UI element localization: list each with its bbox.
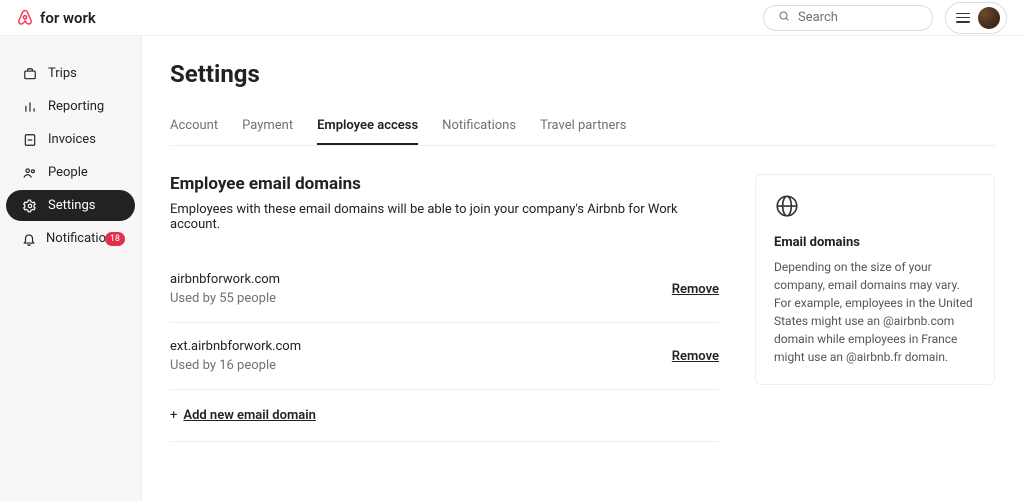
sidebar-item-label: Reporting [48, 99, 104, 114]
domain-row: airbnbforwork.com Used by 55 people Remo… [170, 256, 719, 323]
tab-notifications[interactable]: Notifications [442, 108, 516, 145]
tab-employee-access[interactable]: Employee access [317, 108, 418, 145]
invoice-icon [22, 133, 38, 147]
sidebar-item-notifications[interactable]: Notifications 18 [6, 223, 135, 254]
main-content: Settings Account Payment Employee access… [142, 36, 1023, 501]
section-description: Employees with these email domains will … [170, 202, 719, 232]
topbar: for work Search [0, 0, 1023, 36]
brand-text: for work [40, 9, 96, 27]
sidebar-item-label: People [48, 165, 88, 180]
remove-domain-button[interactable]: Remove [672, 349, 719, 364]
sidebar: Trips Reporting Invoices People Settings [0, 36, 142, 501]
bell-icon [22, 232, 36, 246]
sidebar-item-label: Settings [48, 198, 95, 213]
domain-usage: Used by 55 people [170, 291, 280, 306]
sidebar-item-label: Invoices [48, 132, 96, 147]
airbnb-logo-icon [16, 9, 34, 27]
sidebar-item-reporting[interactable]: Reporting [6, 91, 135, 122]
brand-logo[interactable]: for work [16, 9, 96, 27]
sidebar-item-settings[interactable]: Settings [6, 190, 135, 221]
bar-chart-icon [22, 100, 38, 114]
sidebar-item-label: Trips [48, 66, 77, 81]
globe-icon [774, 193, 976, 223]
people-icon [22, 166, 38, 180]
search-input[interactable]: Search [763, 5, 933, 31]
remove-domain-button[interactable]: Remove [672, 282, 719, 297]
tab-payment[interactable]: Payment [242, 108, 293, 145]
settings-tabs: Account Payment Employee access Notifica… [170, 108, 995, 146]
add-domain-button[interactable]: + Add new email domain [170, 390, 719, 442]
suitcase-icon [22, 67, 38, 81]
tab-account[interactable]: Account [170, 108, 218, 145]
sidebar-item-people[interactable]: People [6, 157, 135, 188]
domain-name: ext.airbnbforwork.com [170, 339, 301, 354]
add-domain-label: Add new email domain [183, 408, 315, 423]
sidebar-item-invoices[interactable]: Invoices [6, 124, 135, 155]
hamburger-icon [956, 13, 970, 23]
plus-icon: + [170, 408, 177, 423]
domain-usage: Used by 16 people [170, 358, 301, 373]
avatar [978, 7, 1000, 29]
page-title: Settings [170, 60, 995, 88]
info-card: Email domains Depending on the size of y… [755, 174, 995, 385]
info-card-title: Email domains [774, 235, 976, 250]
section-title: Employee email domains [170, 174, 719, 194]
domain-name: airbnbforwork.com [170, 272, 280, 287]
search-icon [778, 10, 790, 26]
tab-travel-partners[interactable]: Travel partners [540, 108, 626, 145]
gear-icon [22, 199, 38, 213]
account-menu-button[interactable] [945, 2, 1007, 34]
notification-badge: 18 [105, 232, 125, 246]
info-card-body: Depending on the size of your company, e… [774, 258, 976, 366]
search-placeholder: Search [798, 10, 838, 25]
domain-row: ext.airbnbforwork.com Used by 16 people … [170, 323, 719, 390]
sidebar-item-trips[interactable]: Trips [6, 58, 135, 89]
